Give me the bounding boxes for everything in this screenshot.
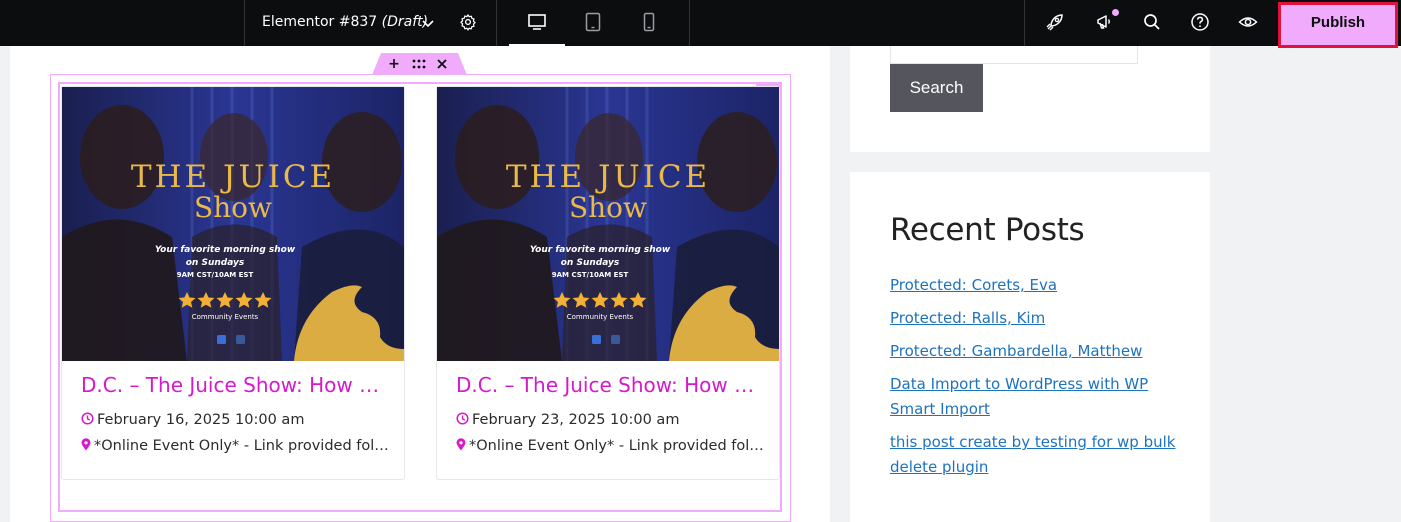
poster-time: 9AM CST/10AM EST: [177, 271, 254, 279]
event-title-link[interactable]: D.C. – The Juice Show: How to Start a Bu…: [81, 373, 386, 397]
search-icon[interactable]: [1142, 12, 1162, 32]
event-card[interactable]: THE JUICE Show Your favorite morning sho…: [436, 86, 780, 480]
search-widget: Search: [850, 46, 1210, 152]
desktop-icon: [528, 14, 546, 30]
event-location: *Online Event Only* - Link provided foll…: [81, 438, 391, 454]
recent-posts-widget: Recent Posts Protected: Corets, Eva Prot…: [850, 172, 1210, 522]
list-item: this post create by testing for wp bulk …: [890, 430, 1180, 480]
tablet-view-button[interactable]: [565, 0, 621, 46]
mobile-icon: [643, 12, 655, 32]
megaphone-icon[interactable]: [1094, 12, 1114, 32]
poster-tagline-2: on Sundays: [561, 258, 620, 268]
device-switcher: [497, 0, 690, 46]
recent-post-link[interactable]: Protected: Ralls, Kim: [890, 309, 1045, 327]
list-item: Protected: Corets, Eva: [890, 273, 1180, 298]
map-marker-icon: [456, 438, 466, 451]
poster-tagline-1: Your favorite morning show: [155, 245, 296, 255]
help-icon[interactable]: [1190, 12, 1210, 32]
event-poster: THE JUICE Show Your favorite morning sho…: [437, 87, 779, 361]
list-item: Protected: Ralls, Kim: [890, 306, 1180, 331]
event-date-text: February 16, 2025 10:00 am: [97, 412, 305, 428]
poster-caption: Community Events: [567, 313, 634, 321]
document-title-button[interactable]: Elementor #837 (Draft): [262, 14, 428, 30]
rocket-icon[interactable]: [1045, 12, 1065, 32]
recent-post-link[interactable]: Data Import to WordPress with WP Smart I…: [890, 375, 1148, 418]
event-image[interactable]: THE JUICE Show Your favorite morning sho…: [437, 87, 779, 361]
document-name: Elementor #837: [262, 14, 378, 30]
recent-posts-list: Protected: Corets, Eva Protected: Ralls,…: [890, 273, 1180, 488]
facebook-icon: [611, 335, 620, 344]
recent-post-link[interactable]: Protected: Corets, Eva: [890, 276, 1057, 294]
poster-tagline-2: on Sundays: [186, 258, 245, 268]
event-date: February 23, 2025 10:00 am: [456, 412, 679, 428]
event-title-link[interactable]: D.C. – The Juice Show: How to Build Weal…: [456, 373, 761, 397]
clock-icon: [81, 412, 94, 425]
chevron-down-icon[interactable]: [421, 16, 435, 30]
mobile-view-button[interactable]: [621, 0, 677, 46]
poster-title-line1: THE JUICE: [131, 159, 335, 195]
event-date: February 16, 2025 10:00 am: [81, 412, 304, 428]
event-location-text: *Online Event Only* - Link provided foll…: [469, 438, 766, 454]
event-poster: THE JUICE Show Your favorite morning sho…: [62, 87, 404, 361]
event-card[interactable]: THE JUICE Show Your favorite morning sho…: [61, 86, 405, 480]
elementor-logo-area: [0, 0, 244, 46]
poster-title-line2: Show: [194, 191, 272, 224]
poster-tagline-1: Your favorite morning show: [530, 245, 671, 255]
close-icon[interactable]: [436, 58, 448, 70]
meetup-icon: [592, 335, 601, 344]
map-marker-icon: [81, 438, 91, 451]
desktop-view-button[interactable]: [509, 0, 565, 46]
clock-icon: [456, 412, 469, 425]
recent-post-link[interactable]: Protected: Gambardella, Matthew: [890, 342, 1142, 360]
notification-dot: [1112, 9, 1119, 16]
section-handle: +: [372, 53, 467, 75]
poster-caption: Community Events: [192, 313, 259, 321]
event-image[interactable]: THE JUICE Show Your favorite morning sho…: [62, 87, 404, 361]
event-location: *Online Event Only* - Link provided foll…: [456, 438, 766, 454]
elementor-top-bar: Elementor #837 (Draft) Publish: [0, 0, 1401, 48]
event-location-text: *Online Event Only* - Link provided foll…: [94, 438, 391, 454]
poster-title-line1: THE JUICE: [506, 159, 710, 195]
drag-handle-icon[interactable]: [411, 57, 427, 71]
search-button[interactable]: Search: [890, 64, 983, 112]
topbar-tools: [1024, 0, 1278, 46]
recent-posts-title: Recent Posts: [890, 212, 1085, 248]
search-input[interactable]: [890, 46, 1138, 64]
preview-eye-icon[interactable]: [1238, 12, 1258, 32]
add-icon[interactable]: +: [386, 56, 402, 72]
meetup-icon: [217, 335, 226, 344]
recent-post-link[interactable]: this post create by testing for wp bulk …: [890, 433, 1175, 476]
tablet-icon: [585, 12, 601, 32]
event-date-text: February 23, 2025 10:00 am: [472, 412, 680, 428]
list-item: Protected: Gambardella, Matthew: [890, 339, 1180, 364]
poster-title-line2: Show: [569, 191, 647, 224]
document-settings-area: Elementor #837 (Draft): [244, 0, 497, 46]
publish-button[interactable]: Publish: [1278, 2, 1398, 48]
facebook-icon: [236, 335, 245, 344]
poster-time: 9AM CST/10AM EST: [552, 271, 629, 279]
list-item: Data Import to WordPress with WP Smart I…: [890, 372, 1180, 422]
gear-icon[interactable]: [459, 13, 477, 31]
